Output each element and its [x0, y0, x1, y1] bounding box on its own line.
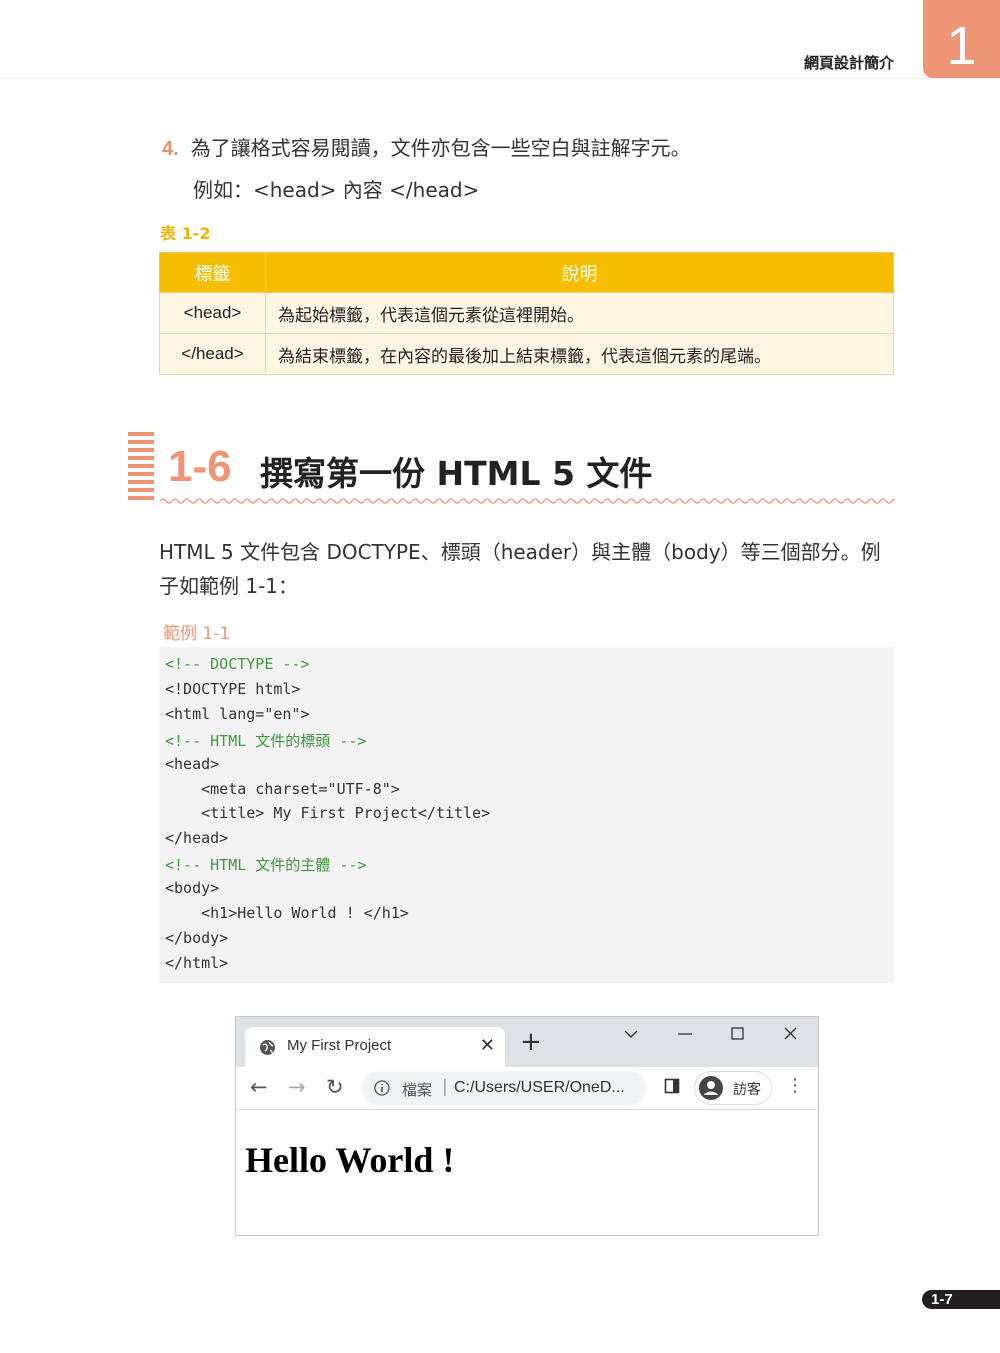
header-divider — [0, 78, 1000, 79]
tab-search-chevron-icon[interactable] — [624, 1029, 638, 1039]
list-item-number: 4. — [162, 138, 179, 160]
page-heading: Hello World ! — [245, 1140, 455, 1180]
back-arrow-icon[interactable]: ← — [250, 1075, 268, 1099]
table-row: <head> 為起始標籤，代表這個元素從這裡開始。 — [159, 292, 894, 334]
minimize-icon[interactable] — [678, 1033, 692, 1035]
close-tab-icon[interactable]: ✕ — [480, 1035, 495, 1056]
code-line: </body> — [165, 928, 229, 947]
chapter-title: 網頁設計簡介 — [803, 54, 894, 72]
table-cell-description: 為結束標籤，在內容的最後加上結束標籤，代表這個元素的尾端。 — [265, 333, 894, 375]
table-cell-tag: <head> — [159, 292, 266, 334]
code-comment-line: <!-- HTML 文件的標頭 --> — [165, 731, 367, 750]
code-block: <!-- DOCTYPE --> <!DOCTYPE html> <html lan… — [159, 647, 894, 983]
list-item-text: 為了讓格式容易閱讀，文件亦包含一些空白與註解字元。 — [190, 136, 691, 160]
list-item-4: 4. 為了讓格式容易閱讀，文件亦包含一些空白與註解字元。 — [162, 132, 691, 161]
globe-icon — [260, 1040, 275, 1055]
example-caption: 範例 1-1 — [163, 624, 231, 644]
table-cell-description: 為起始標籤，代表這個元素從這裡開始。 — [265, 292, 894, 334]
address-scheme-label: 檔案 — [402, 1081, 433, 1099]
browser-tab-title: My First Project — [287, 1037, 392, 1054]
code-line: <body> — [165, 879, 220, 898]
chapter-number-tab: 1 — [923, 0, 1000, 78]
forward-arrow-icon[interactable]: → — [288, 1075, 306, 1099]
list-item-example: 例如：<head> 內容 </head> — [193, 178, 480, 202]
profile-button[interactable]: 訪客 — [694, 1071, 772, 1105]
browser-toolbar: ← → ↻ 檔案 | C:/Users/USER/OneD... 訪客 ⋮ — [236, 1067, 818, 1110]
side-panel-icon[interactable] — [664, 1078, 680, 1094]
code-line: <meta charset="UTF-8"> — [165, 779, 400, 798]
tag-table: 標籤 說明 <head> 為起始標籤，代表這個元素從這裡開始。 </head> … — [159, 252, 894, 375]
address-url: C:/Users/USER/OneD... — [454, 1079, 625, 1096]
table-cell-tag: </head> — [159, 333, 266, 375]
table-caption: 表 1-2 — [160, 224, 211, 243]
profile-label: 訪客 — [733, 1082, 761, 1098]
code-line: <html lang="en"> — [165, 704, 310, 723]
maximize-icon[interactable] — [731, 1027, 744, 1040]
browser-window: My First Project ✕ + ← → ↻ 檔案 | C:/Users… — [235, 1016, 819, 1236]
code-line: </head> — [165, 829, 229, 848]
browser-tab-bar: My First Project ✕ + — [236, 1017, 818, 1067]
wavy-underline — [160, 498, 895, 504]
table-header-description: 說明 — [265, 252, 894, 293]
body-paragraph: HTML 5 文件包含 DOCTYPE、標頭（header）與主體（body）等… — [159, 540, 881, 598]
code-line: <!DOCTYPE html> — [165, 679, 301, 698]
more-menu-icon[interactable]: ⋮ — [786, 1075, 804, 1096]
section-title: 撰寫第一份 HTML 5 文件 — [260, 454, 653, 493]
avatar-icon — [699, 1076, 723, 1100]
table-header-row: 標籤 說明 — [159, 252, 894, 293]
browser-tab[interactable]: My First Project ✕ — [245, 1027, 505, 1067]
section-number: 1-6 — [168, 442, 232, 491]
code-line: <h1>Hello World ! </h1> — [165, 904, 409, 922]
reload-icon[interactable]: ↻ — [326, 1075, 344, 1099]
code-comment-line: <!-- DOCTYPE --> — [165, 655, 310, 673]
table-row: </head> 為結束標籤，在內容的最後加上結束標籤，代表這個元素的尾端。 — [159, 333, 894, 375]
info-icon[interactable] — [374, 1080, 390, 1096]
code-comment-line: <!-- HTML 文件的主體 --> — [165, 856, 367, 875]
new-tab-icon[interactable]: + — [520, 1029, 542, 1055]
code-line: <head> — [165, 754, 220, 773]
section-stripes-decoration — [128, 432, 154, 504]
close-window-icon[interactable] — [784, 1027, 797, 1040]
page-number: 1-7 — [922, 1290, 1000, 1309]
code-line: </html> — [165, 953, 229, 972]
address-separator: | — [442, 1077, 448, 1097]
table-header-tag: 標籤 — [159, 252, 266, 293]
address-bar[interactable]: 檔案 | C:/Users/USER/OneD... — [362, 1071, 646, 1105]
code-line: <title> My First Project</title> — [165, 804, 491, 823]
